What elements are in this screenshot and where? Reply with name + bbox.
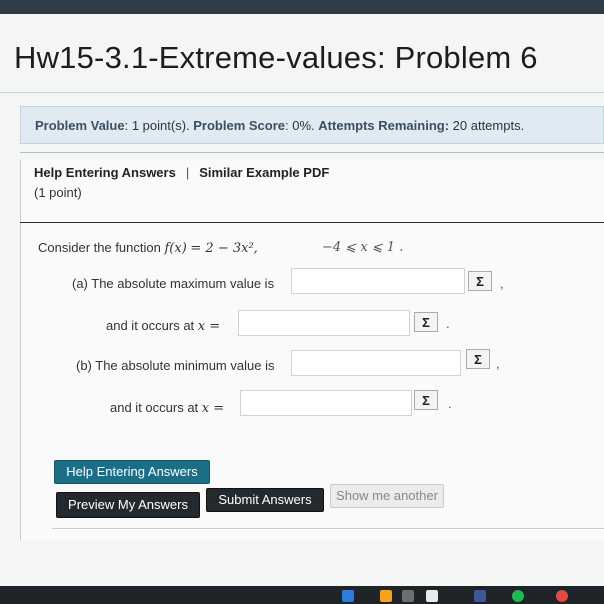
occurs-at-text: and it occurs at bbox=[110, 400, 199, 415]
occurs-at-text: and it occurs at bbox=[106, 318, 195, 333]
bottom-divider bbox=[52, 528, 604, 529]
similar-example-pdf-link[interactable]: Similar Example PDF bbox=[199, 165, 329, 180]
sigma-equation-editor-icon[interactable]: Σ bbox=[414, 312, 438, 332]
part-a-label: (a) The absolute maximum value is bbox=[72, 276, 275, 291]
function-domain: −4 ⩽ x ⩽ 1 . bbox=[322, 240, 404, 255]
part-b-label: (b) The absolute minimum value is bbox=[76, 358, 275, 373]
taskbar-link-icon[interactable] bbox=[474, 590, 486, 602]
x-equals: x = bbox=[201, 401, 225, 416]
part-a-occurs-label: and it occurs at x = bbox=[106, 318, 220, 334]
browser-top-bar bbox=[0, 0, 604, 14]
problem-divider bbox=[20, 222, 604, 223]
taskbar-chrome-icon[interactable] bbox=[556, 590, 568, 602]
period: . bbox=[448, 396, 452, 411]
taskbar-folder-icon[interactable] bbox=[380, 590, 392, 602]
min-x-input[interactable] bbox=[240, 390, 412, 416]
taskbar-app-icon[interactable] bbox=[426, 590, 438, 602]
taskbar-spotify-icon[interactable] bbox=[512, 590, 524, 602]
preview-answers-button[interactable]: Preview My Answers bbox=[56, 492, 200, 518]
taskbar-store-icon[interactable] bbox=[402, 590, 414, 602]
page-title: Hw15-3.1-Extreme-values: Problem 6 bbox=[14, 40, 538, 75]
comma: , bbox=[496, 356, 500, 371]
browser-screen: Hw15-3.1-Extreme-values: Problem 6 Probl… bbox=[0, 0, 604, 604]
min-value-input[interactable] bbox=[291, 350, 461, 376]
problem-value: 1 point(s). bbox=[131, 118, 190, 133]
taskbar-edge-icon[interactable] bbox=[342, 590, 354, 602]
part-b-occurs-label: and it occurs at x = bbox=[110, 400, 224, 416]
period: . bbox=[446, 316, 450, 331]
problem-statement: Consider the function f(x) = 2 − 3x², bbox=[38, 240, 258, 256]
link-separator: | bbox=[185, 165, 190, 180]
help-links: Help Entering Answers | Similar Example PD… bbox=[34, 165, 329, 180]
problem-score-label: Problem Score bbox=[193, 118, 286, 133]
sigma-equation-editor-icon[interactable]: Σ bbox=[414, 390, 438, 410]
x-equals: x = bbox=[197, 319, 221, 334]
section-divider bbox=[20, 152, 604, 153]
problem-intro: Consider the function bbox=[38, 240, 161, 255]
problem-info-bar: Problem Value: 1 point(s). Problem Score… bbox=[20, 106, 604, 144]
max-x-input[interactable] bbox=[238, 310, 410, 336]
function-lhs: f(x) bbox=[164, 241, 187, 256]
sigma-equation-editor-icon[interactable]: Σ bbox=[468, 271, 492, 291]
attempts-remaining-label: Attempts Remaining: bbox=[318, 118, 450, 133]
show-me-another-button[interactable]: Show me another bbox=[330, 484, 444, 508]
comma: , bbox=[500, 276, 504, 291]
title-divider bbox=[0, 92, 604, 93]
help-entering-answers-button[interactable]: Help Entering Answers bbox=[54, 460, 210, 484]
problem-score: 0%. bbox=[292, 118, 315, 133]
sigma-equation-editor-icon[interactable]: Σ bbox=[466, 349, 490, 369]
problem-value-label: Problem Value bbox=[35, 118, 125, 133]
submit-answers-button[interactable]: Submit Answers bbox=[206, 488, 324, 512]
problem-points: (1 point) bbox=[34, 185, 82, 200]
max-value-input[interactable] bbox=[291, 268, 465, 294]
function-rhs: = 2 − 3x², bbox=[190, 241, 258, 256]
attempts-remaining: 20 attempts. bbox=[452, 118, 525, 133]
help-entering-answers-link[interactable]: Help Entering Answers bbox=[34, 165, 176, 180]
